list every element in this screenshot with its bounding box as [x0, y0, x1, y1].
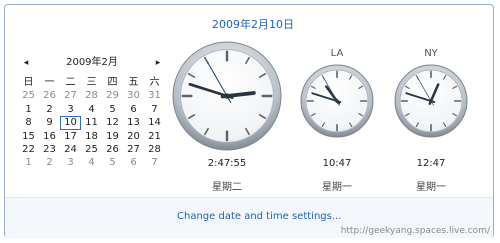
calendar-week-row: 8 9 10 11 12 13 14 [18, 116, 165, 130]
calendar-day[interactable]: 13 [123, 116, 144, 129]
weekday-label: 二 [65, 77, 76, 88]
city-clock-face [300, 64, 374, 138]
calendar-header: ◂ 2009年2月 ▸ [22, 57, 162, 71]
calendar-day[interactable]: 3 [60, 156, 81, 169]
calendar-grid: 日一二三四五六 25 26 27 28 29 30 31 1 2 3 4 5 6 7 8 9 10 11 12 13 14… [18, 76, 165, 170]
calendar-day[interactable]: 9 [39, 116, 60, 129]
calendar-month-label[interactable]: 2009年2月 [60, 57, 124, 69]
clock-hub [335, 99, 339, 103]
calendar-day[interactable]: 14 [144, 116, 165, 129]
calendar-day[interactable]: 20 [123, 130, 144, 143]
change-date-time-settings-link[interactable]: Change date and time settings... [177, 211, 341, 222]
local-clock-face [172, 41, 282, 151]
clock-weekday-label: 星期一 [416, 182, 446, 193]
calendar-week-row: 25 26 27 28 29 30 31 [18, 89, 165, 102]
clock-city-label: NY [424, 48, 438, 59]
calendar-day[interactable]: 28 [81, 89, 102, 102]
calendar-day[interactable]: 4 [81, 103, 102, 116]
weekday-label: 六 [149, 77, 160, 88]
calendar-day[interactable]: 4 [81, 156, 102, 169]
calendar-week-row: 1234567 [18, 103, 165, 116]
calendar-day[interactable]: 25 [18, 89, 39, 102]
calendar-day[interactable]: 16 [39, 130, 60, 143]
calendar-week-row: 1234567 [18, 156, 165, 169]
calendar-day[interactable]: 7 [144, 103, 165, 116]
weekday-label: 四 [107, 77, 118, 88]
watermark: http://geekyang.spaces.live.com/ [340, 226, 490, 236]
current-date-link[interactable]: 2009年2月10日 [212, 16, 294, 32]
calendar-day[interactable]: 3 [60, 103, 81, 116]
weekday-label: 日 [23, 77, 34, 88]
calendar-day-today[interactable]: 10 [60, 116, 81, 130]
calendar-day[interactable]: 21 [144, 130, 165, 143]
calendar-day[interactable]: 8 [18, 116, 39, 129]
calendar-day[interactable]: 31 [144, 89, 165, 102]
calendar-day[interactable]: 11 [81, 116, 102, 129]
calendar-day[interactable]: 5 [102, 103, 123, 116]
calendar-week-row: 15 16 17 18 19 20 21 [18, 130, 165, 143]
calendar-day[interactable]: 24 [60, 143, 81, 156]
weekday-label: 一 [44, 77, 55, 88]
calendar-day[interactable]: 22 [18, 143, 39, 156]
calendar-week-row: 22 23 24 25 26 27 28 [18, 143, 165, 156]
calendar-day[interactable]: 19 [102, 130, 123, 143]
calendar-day[interactable]: 28 [144, 143, 165, 156]
weekday-row: 日一二三四五六 [18, 76, 165, 89]
calendar-day[interactable]: 26 [102, 143, 123, 156]
calendar-day[interactable]: 17 [60, 130, 81, 143]
weekday-label: 三 [86, 77, 97, 88]
clock-hub [224, 93, 230, 99]
calendar-day[interactable]: 2 [39, 103, 60, 116]
city-clock-face [394, 64, 468, 138]
calendar-day[interactable]: 27 [60, 89, 81, 102]
calendar-day[interactable]: 6 [123, 156, 144, 169]
chevron-right-icon[interactable]: ▸ [154, 57, 162, 69]
clock-weekday-label: 星期一 [322, 182, 352, 193]
calendar-day[interactable]: 15 [18, 130, 39, 143]
weekday-label: 五 [128, 77, 139, 88]
clock-weekday-label: 星期二 [212, 182, 242, 193]
calendar-day[interactable]: 1 [18, 156, 39, 169]
calendar-day[interactable]: 23 [39, 143, 60, 156]
calendar-day[interactable]: 5 [102, 156, 123, 169]
calendar-day[interactable]: 29 [102, 89, 123, 102]
calendar-day[interactable]: 27 [123, 143, 144, 156]
calendar-day[interactable]: 7 [144, 156, 165, 169]
clock-city-label: LA [330, 48, 344, 59]
clock-time-label: 2:47:55 [207, 158, 247, 169]
chevron-left-icon[interactable]: ◂ [22, 57, 30, 69]
calendar-day[interactable]: 26 [39, 89, 60, 102]
calendar-day[interactable]: 25 [81, 143, 102, 156]
calendar-day[interactable]: 12 [102, 116, 123, 129]
calendar-day[interactable]: 18 [81, 130, 102, 143]
calendar-day[interactable]: 6 [123, 103, 144, 116]
calendar-day[interactable]: 2 [39, 156, 60, 169]
clock-time-label: 10:47 [322, 158, 352, 169]
calendar-day[interactable]: 30 [123, 89, 144, 102]
clock-hub [429, 99, 433, 103]
calendar-day[interactable]: 1 [18, 103, 39, 116]
clock-time-label: 12:47 [416, 158, 446, 169]
